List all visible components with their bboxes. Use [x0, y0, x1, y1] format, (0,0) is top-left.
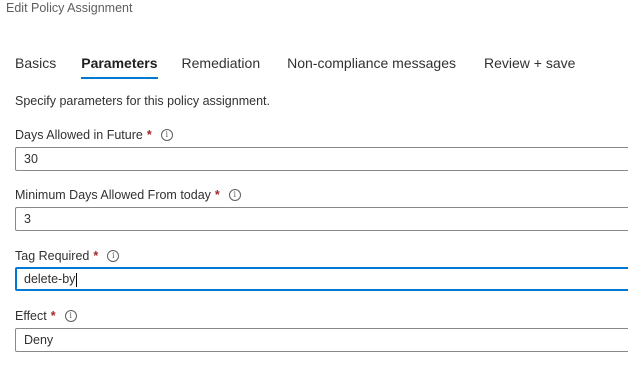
effect-label-text: Effect	[15, 309, 47, 323]
text-caret	[76, 272, 78, 287]
days-allowed-future-input[interactable]: 30	[15, 147, 628, 171]
days-allowed-future-value: 30	[24, 152, 38, 166]
tab-non-compliance-messages[interactable]: Non-compliance messages	[287, 53, 456, 73]
tag-required-value: delete-by	[24, 272, 76, 286]
tag-required-input[interactable]: delete-by	[15, 267, 628, 291]
info-icon[interactable]: i	[64, 310, 77, 322]
effect-value: Deny	[24, 333, 54, 347]
days-allowed-future-label: Days Allowed in Future * i	[15, 127, 173, 143]
tab-remediation[interactable]: Remediation	[182, 53, 261, 73]
min-days-from-today-label-text: Minimum Days Allowed From today	[15, 188, 211, 202]
effect-input[interactable]: Deny	[15, 328, 628, 352]
tab-review-save[interactable]: Review + save	[484, 53, 575, 73]
min-days-from-today-label: Minimum Days Allowed From today * i	[15, 187, 241, 203]
tag-required-label: Tag Required * i	[15, 248, 120, 264]
required-marker: *	[146, 128, 152, 142]
tab-bar: Basics Parameters Remediation Non-compli…	[15, 53, 602, 79]
info-icon[interactable]: i	[160, 129, 173, 141]
parameters-description: Specify parameters for this policy assig…	[15, 94, 270, 108]
days-allowed-future-label-text: Days Allowed in Future	[15, 128, 143, 142]
info-icon[interactable]: i	[228, 189, 241, 201]
required-marker: *	[50, 309, 56, 323]
info-icon[interactable]: i	[107, 250, 120, 262]
tag-required-label-text: Tag Required	[15, 249, 90, 263]
min-days-from-today-value: 3	[24, 212, 31, 226]
effect-label: Effect * i	[15, 308, 77, 324]
page-title: Edit Policy Assignment	[6, 1, 133, 15]
required-marker: *	[214, 188, 220, 202]
tab-basics[interactable]: Basics	[15, 53, 56, 73]
min-days-from-today-input[interactable]: 3	[15, 207, 628, 231]
required-marker: *	[93, 249, 99, 263]
tab-parameters[interactable]: Parameters	[81, 53, 158, 79]
